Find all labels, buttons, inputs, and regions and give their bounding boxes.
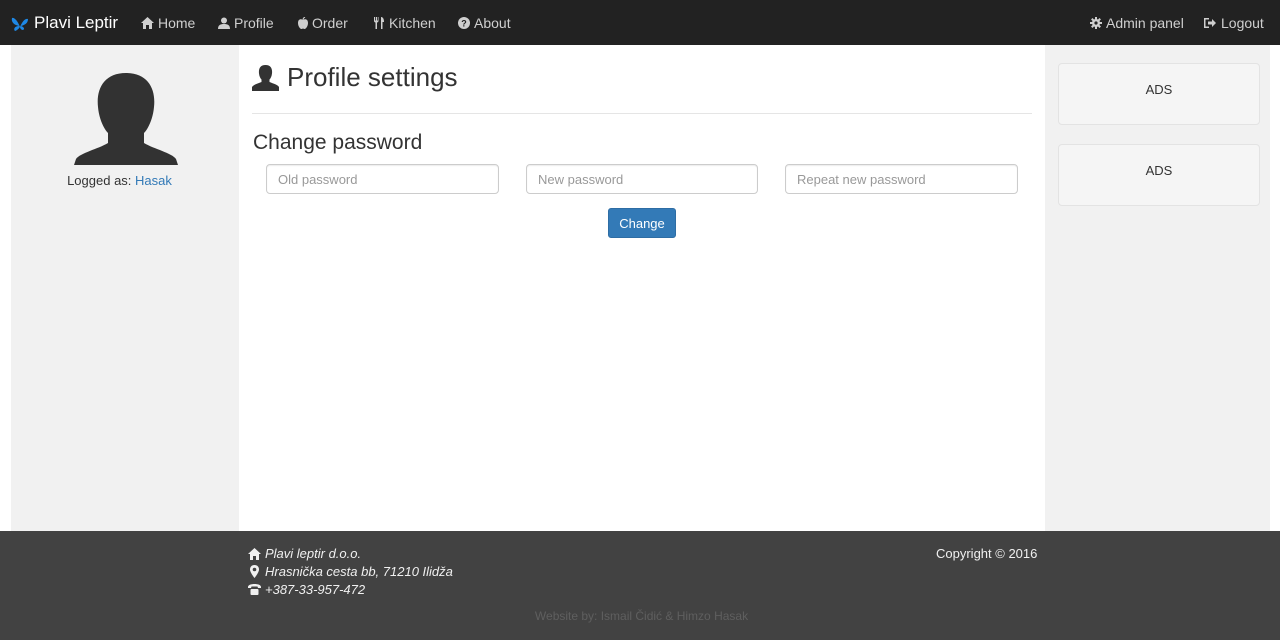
nav-kitchen[interactable]: Kitchen — [373, 0, 436, 45]
footer-phone: +387-33-957-472 — [248, 582, 365, 597]
home-icon — [248, 547, 261, 560]
main-content — [239, 45, 1045, 531]
footer-company-text: Plavi leptir d.o.o. — [265, 546, 362, 561]
nav-profile-label: Profile — [234, 14, 274, 31]
page-title: Profile settings — [252, 62, 458, 93]
nav-order[interactable]: Order — [298, 0, 348, 45]
ad-box[interactable]: ADS — [1058, 63, 1260, 125]
nav-order-label: Order — [312, 14, 348, 31]
navbar: Plavi Leptir Home Profile Order Kitchen … — [0, 0, 1280, 45]
logged-as-text: Logged as: Hasak — [0, 173, 239, 188]
question-circle-icon: ? — [458, 16, 470, 29]
new-password-input[interactable] — [526, 164, 758, 194]
repeat-password-input[interactable] — [785, 164, 1018, 194]
footer-company: Plavi leptir d.o.o. — [248, 546, 361, 561]
cutlery-icon — [374, 16, 384, 29]
nav-logout[interactable]: Logout — [1203, 0, 1264, 45]
svg-text:?: ? — [461, 18, 467, 28]
map-marker-icon — [250, 565, 259, 578]
credits-text: Website by: Ismail Čidić & Himzo Hasak — [534, 609, 749, 623]
section-heading: Change password — [253, 131, 423, 154]
page-title-text: Profile settings — [287, 62, 458, 92]
username-link[interactable]: Hasak — [135, 173, 172, 188]
apple-icon — [298, 16, 308, 29]
footer-address-text: Hrasnička cesta bb, 71210 Ilidža — [265, 564, 453, 579]
change-password-button[interactable]: Change — [608, 208, 676, 238]
brand-name: Plavi Leptir — [34, 12, 119, 32]
title-divider — [252, 113, 1032, 114]
logged-as-label: Logged as: — [67, 173, 132, 188]
nav-home-label: Home — [158, 14, 196, 31]
user-icon — [218, 17, 230, 29]
phone-icon — [248, 584, 261, 595]
gear-icon — [1090, 16, 1102, 29]
footer-phone-text: +387-33-957-472 — [265, 582, 366, 597]
ad-label: ADS — [1145, 163, 1173, 178]
copyright-text: Copyright © 2016 — [936, 546, 1038, 561]
brand-link[interactable]: Plavi Leptir — [11, 0, 118, 45]
nav-profile[interactable]: Profile — [218, 0, 274, 45]
nav-admin-panel[interactable]: Admin panel — [1090, 0, 1184, 45]
old-password-input[interactable] — [266, 164, 499, 194]
nav-home[interactable]: Home — [141, 0, 195, 45]
ad-box[interactable]: ADS — [1058, 144, 1260, 206]
nav-logout-label: Logout — [1221, 14, 1264, 31]
logout-icon — [1204, 17, 1216, 28]
footer: Plavi leptir d.o.o. Hrasnička cesta bb, … — [0, 531, 1280, 640]
nav-admin-panel-label: Admin panel — [1106, 14, 1184, 31]
footer-address: Hrasnička cesta bb, 71210 Ilidža — [248, 564, 453, 579]
nav-about-label: About — [474, 14, 511, 31]
ad-label: ADS — [1145, 82, 1173, 97]
user-icon — [252, 64, 279, 91]
avatar — [74, 73, 178, 165]
nav-about[interactable]: ? About — [458, 0, 511, 45]
home-icon — [141, 16, 154, 29]
butterfly-icon — [11, 17, 28, 31]
nav-kitchen-label: Kitchen — [389, 14, 436, 31]
